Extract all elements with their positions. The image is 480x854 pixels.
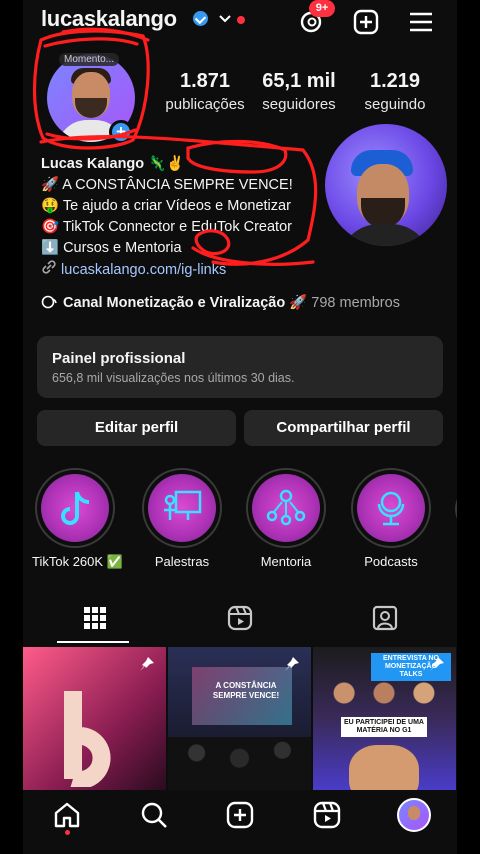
menu-icon[interactable] [407, 8, 435, 36]
link-icon [42, 260, 56, 274]
bio-link-text: lucaskalango.com/ig-links [61, 262, 227, 278]
note-bubble[interactable]: Momento... [59, 53, 120, 66]
bio-link[interactable]: lucaskalango.com/ig-links [41, 260, 331, 281]
panel-title: Painel profissional [52, 350, 186, 367]
notification-dot [65, 830, 70, 835]
highlight-mentoria[interactable]: Mentoria [243, 468, 329, 569]
threads-badge: 9+ [309, 0, 335, 17]
channel-members: 798 membros [311, 295, 400, 311]
post-caption-text: EU PARTICIPEI DE UMA MATÉRIA NO G1 [341, 717, 427, 737]
highlight-podcasts[interactable]: Podcasts [348, 468, 434, 569]
search-icon[interactable] [139, 800, 169, 830]
bio-line: 🎯 TikTok Connector e EduTok Creator [41, 219, 292, 235]
post-thumbnail[interactable]: ENTREVISTA NO MONETIZAÇÃO TALKS EU PARTI… [313, 647, 456, 790]
highlight-label: TikTok 260K ✅ [32, 554, 123, 569]
bio-line: ⬇️ Cursos e Mentoria [41, 240, 182, 256]
notification-dot [237, 16, 245, 24]
reels-icon [227, 605, 253, 631]
profile-nav-avatar[interactable] [397, 798, 431, 832]
bottom-navigation [23, 790, 457, 854]
highlight-palestras[interactable]: Palestras [139, 468, 225, 569]
home-icon[interactable] [52, 800, 82, 830]
followers-count: 65,1 mil [262, 70, 336, 92]
presentation-icon [164, 490, 202, 520]
microphone-icon [377, 491, 405, 526]
tagged-icon [372, 605, 398, 631]
professional-dashboard[interactable]: Painel profissional 656,8 mil visualizaç… [37, 336, 443, 398]
followers-stat[interactable]: 65,1 mil seguidores [249, 70, 349, 113]
following-count: 1.219 [369, 70, 421, 92]
grid-icon [84, 607, 106, 629]
bio-line: 🚀 A CONSTÂNCIA SEMPRE VENCE! [41, 177, 293, 193]
highlight-partial[interactable] [455, 486, 457, 532]
following-stat[interactable]: 1.219 seguindo [345, 70, 445, 113]
channel-icon [41, 295, 57, 309]
pin-icon [140, 657, 154, 671]
posts-count: 1.871 [179, 70, 231, 92]
following-label: seguindo [364, 96, 426, 113]
create-post-icon[interactable] [225, 800, 255, 830]
share-profile-button[interactable]: Compartilhar perfil [244, 410, 443, 446]
post-thumbnail[interactable]: A CONSTÂNCIA SEMPRE VENCE! [168, 647, 311, 790]
tab-reels[interactable] [168, 600, 312, 642]
people-network-icon [266, 489, 306, 526]
post-thumbnail[interactable] [23, 647, 166, 790]
channel-name: Canal Monetização e Viralização 🚀 [63, 295, 308, 311]
create-icon[interactable] [352, 8, 380, 36]
pin-icon [430, 657, 444, 671]
tiktok-icon [61, 491, 90, 525]
tiktok-b-logo [64, 691, 111, 787]
highlight-label: Palestras [154, 554, 210, 569]
add-story-plus-icon[interactable]: + [109, 120, 133, 144]
top-bar: lucaskalango 9+ [23, 0, 457, 44]
followers-label: seguidores [262, 96, 336, 113]
highlight-label: Mentoria [260, 554, 312, 569]
overlay-portrait [325, 124, 447, 246]
broadcast-channel[interactable]: Canal Monetização e Viralização 🚀 798 me… [41, 294, 400, 311]
chevron-down-icon[interactable] [218, 12, 232, 26]
posts-stat[interactable]: 1.871 publicações [155, 70, 255, 113]
highlight-label: Podcasts [364, 554, 418, 569]
pin-icon [285, 657, 299, 671]
verified-badge-icon [193, 11, 208, 26]
display-name: Lucas Kalango 🦎✌️ [41, 156, 185, 172]
tab-tagged[interactable] [313, 600, 457, 642]
instagram-profile-screen: lucaskalango 9+ Momento... + 1.871 publi… [23, 0, 457, 854]
post-caption-text: A CONSTÂNCIA SEMPRE VENCE! [212, 681, 280, 700]
tab-grid[interactable] [23, 600, 167, 643]
highlight-tiktok[interactable]: TikTok 260K ✅ [32, 468, 123, 570]
bio-line: 🤑 Te ajudo a criar Vídeos e Monetizar [41, 198, 291, 214]
edit-profile-button[interactable]: Editar perfil [37, 410, 236, 446]
posts-label: publicações [165, 96, 245, 113]
panel-subtitle: 656,8 mil visualizações nos últimos 30 d… [52, 371, 295, 385]
username[interactable]: lucaskalango [41, 6, 177, 32]
reels-nav-icon[interactable] [312, 800, 342, 830]
